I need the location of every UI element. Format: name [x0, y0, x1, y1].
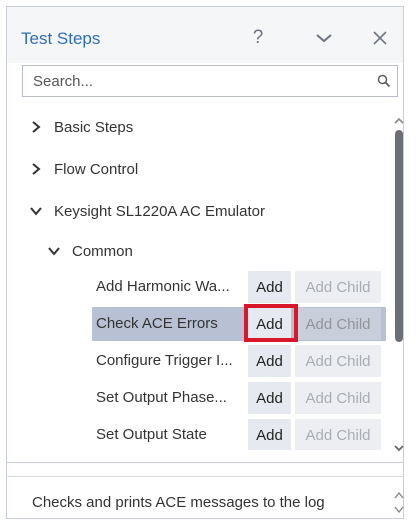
- add-button[interactable]: Add: [248, 419, 291, 450]
- chevron-right-icon: [26, 163, 46, 175]
- step-description: Checks and prints ACE messages to the lo…: [32, 494, 325, 511]
- add-child-button[interactable]: Add Child: [295, 382, 381, 414]
- tree-group-label: Keysight SL1220A AC Emulator: [54, 202, 265, 220]
- tree-group-basic-steps[interactable]: Basic Steps: [26, 114, 133, 140]
- step-label: Add Harmonic Wa...: [96, 278, 230, 295]
- chevron-down-icon[interactable]: [309, 23, 339, 53]
- step-label: Set Output Phase...: [96, 389, 227, 406]
- search-icon: [377, 74, 391, 88]
- highlight-annotation: [244, 304, 298, 342]
- add-child-button[interactable]: Add Child: [295, 271, 381, 303]
- title-bar: Test Steps ?: [7, 7, 403, 63]
- tree-group-flow-control[interactable]: Flow Control: [26, 156, 138, 182]
- step-row[interactable]: Set Output Phase... Add Add Child: [92, 381, 386, 415]
- scroll-down-icon[interactable]: [393, 439, 405, 457]
- close-icon[interactable]: [365, 23, 395, 53]
- add-child-button[interactable]: Add Child: [295, 345, 381, 377]
- step-tree: Basic Steps Flow Control Keysight SL1220…: [0, 104, 396, 450]
- scroll-up-icon[interactable]: [393, 112, 405, 130]
- scroll-thumb[interactable]: [395, 130, 403, 342]
- add-child-button[interactable]: Add Child: [295, 419, 381, 450]
- tree-subgroup-common[interactable]: Common: [44, 238, 133, 264]
- step-label: Configure Trigger I...: [96, 352, 233, 369]
- chevron-right-icon: [26, 121, 46, 133]
- tree-group-label: Basic Steps: [54, 118, 134, 136]
- add-child-button[interactable]: Add Child: [295, 308, 381, 340]
- add-button[interactable]: Add: [248, 345, 291, 377]
- tree-subgroup-label: Common: [72, 242, 133, 260]
- description-scroll-down-icon[interactable]: [394, 500, 404, 518]
- tree-group-label: Flow Control: [54, 160, 139, 178]
- chevron-down-icon: [26, 206, 46, 216]
- panel-divider: [6, 462, 404, 463]
- step-row[interactable]: Set Output State Add Add Child: [92, 418, 386, 450]
- step-row[interactable]: Configure Trigger I... Add Add Child: [92, 344, 386, 378]
- step-row-selected[interactable]: Check ACE Errors Add Add Child: [92, 307, 386, 341]
- step-label: Check ACE Errors: [96, 315, 218, 332]
- search-placeholder: Search...: [33, 73, 94, 90]
- chevron-down-icon: [44, 246, 64, 256]
- panel-title: Test Steps: [21, 29, 101, 48]
- tree-group-keysight[interactable]: Keysight SL1220A AC Emulator: [26, 198, 265, 224]
- help-button[interactable]: ?: [243, 23, 273, 53]
- add-button[interactable]: Add: [248, 271, 291, 303]
- add-button[interactable]: Add: [248, 382, 291, 414]
- search-input[interactable]: Search...: [22, 65, 398, 97]
- step-label: Set Output State: [96, 426, 207, 443]
- step-row[interactable]: Add Harmonic Wa... Add Add Child: [92, 270, 386, 304]
